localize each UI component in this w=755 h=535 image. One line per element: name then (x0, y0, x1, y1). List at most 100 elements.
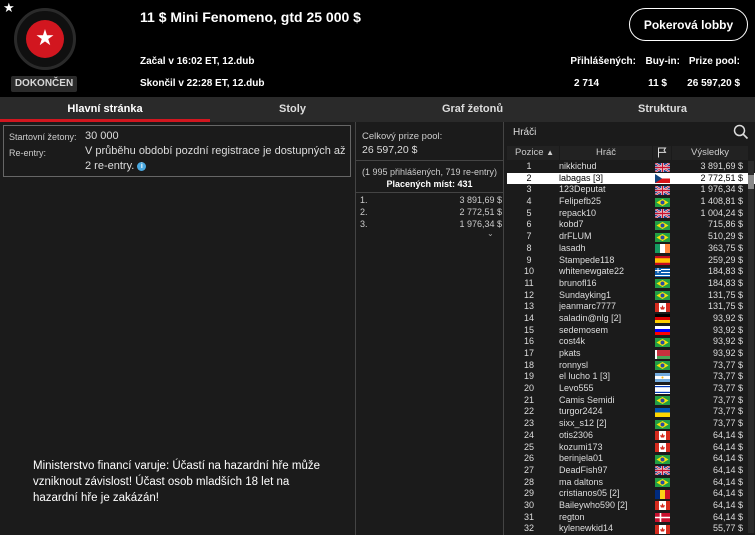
country-flag-icon (655, 174, 670, 184)
tab-tables[interactable]: Stoly (210, 97, 375, 122)
pokerstars-logo: ★ (14, 8, 76, 70)
players-scrollbar[interactable] (748, 161, 754, 533)
player-name: brunofl16 (559, 277, 597, 288)
table-row[interactable]: 14 saladin@nlg [2] 93,92 $ (507, 313, 755, 325)
country-flag-icon (655, 220, 670, 230)
player-position: 26 (523, 453, 534, 464)
table-row[interactable]: 10 whitenewgate22 184,83 $ (507, 266, 755, 278)
tab-structure[interactable]: Struktura (570, 97, 755, 122)
country-flag-icon (655, 466, 670, 476)
table-row[interactable]: 5 repack10 1 004,24 $ (507, 208, 755, 220)
player-prize: 93,92 $ (712, 324, 743, 335)
table-row[interactable]: 20 Levo555 73,77 $ (507, 383, 755, 395)
table-row[interactable]: 23 sixx_s12 [2] 73,77 $ (507, 418, 755, 430)
prizepool-label: Prize pool: (688, 56, 740, 67)
player-prize: 510,29 $ (707, 231, 743, 242)
scrollbar-thumb[interactable] (748, 175, 754, 189)
player-position: 24 (523, 429, 534, 440)
starting-chips-label: Startovní žetony: (9, 132, 77, 142)
column-position-header[interactable]: Pozice ▲ (507, 146, 559, 160)
player-prize: 3 891,69 $ (700, 161, 743, 171)
table-row[interactable]: 32 kylenewkid14 55,77 $ (507, 523, 755, 535)
table-row[interactable]: 13 jeanmarc7777 131,75 $ (507, 301, 755, 313)
starting-chips-value: 30 000 (85, 130, 119, 142)
country-flag-icon (655, 454, 670, 464)
player-name: saladin@nlg [2] (559, 312, 622, 323)
country-flag-icon (655, 361, 670, 371)
search-icon[interactable] (733, 124, 749, 140)
country-flag-icon (655, 314, 670, 324)
player-position: 8 (526, 242, 532, 253)
table-row[interactable]: 8 lasadh 363,75 $ (507, 243, 755, 255)
table-row[interactable]: 16 cost4k 93,92 $ (507, 336, 755, 348)
table-row[interactable]: 27 DeadFish97 64,14 $ (507, 465, 755, 477)
table-row[interactable]: 9 Stampede118 259,29 $ (507, 255, 755, 267)
table-row[interactable]: 22 turgor2424 73,77 $ (507, 406, 755, 418)
country-flag-icon (655, 256, 670, 265)
player-name: Camis Semidi (559, 394, 615, 405)
column-position-label: Pozice (515, 147, 544, 158)
table-row[interactable]: 28 ma daltons 64,14 $ (507, 477, 755, 489)
player-name: Stampede118 (559, 254, 615, 265)
player-position: 16 (523, 336, 534, 347)
country-flag-icon (655, 302, 670, 312)
tournament-header: ★ ★ DOKONČEN 11 $ Mini Fenomeno, gtd 25 … (0, 0, 755, 97)
reentry-text: V průběhu období pozdní registrace je do… (85, 144, 350, 174)
player-name: turgor2424 (559, 406, 603, 417)
spade-star-icon: ★ (35, 25, 55, 50)
player-position: 28 (523, 476, 534, 487)
table-row[interactable]: 7 drFLUM 510,29 $ (507, 231, 755, 243)
table-row[interactable]: 29 cristianos05 [2] 64,14 $ (507, 488, 755, 500)
player-prize: 131,75 $ (707, 289, 743, 300)
table-row[interactable]: 6 kobd7 715,86 $ (507, 219, 755, 231)
chevron-down-icon[interactable]: ⌄ (487, 229, 494, 238)
player-name: kozumi173 (559, 441, 603, 452)
info-icon[interactable]: i (137, 161, 147, 171)
country-flag-icon (655, 349, 670, 359)
table-row[interactable]: 2 labagas [3] 2 772,51 $ (507, 172, 755, 185)
player-prize: 64,14 $ (712, 499, 743, 510)
gambling-warning: Ministerstvo financí varuje: Účastí na h… (33, 460, 320, 504)
table-row[interactable]: 15 sedemosem 93,92 $ (507, 325, 755, 337)
table-row[interactable]: 12 Sundayking1 131,75 $ (507, 290, 755, 302)
tournament-info-box: Startovní žetony: 30 000 Re-entry: V prů… (3, 125, 351, 177)
column-flag-header[interactable] (653, 146, 671, 160)
table-row[interactable]: 25 kozumi173 64,14 $ (507, 442, 755, 454)
table-row[interactable]: 26 berinjela01 64,14 $ (507, 453, 755, 465)
table-row[interactable]: 3 123Deputat 1 976,34 $ (507, 184, 755, 196)
column-player-header[interactable]: Hráč (560, 146, 652, 160)
table-row[interactable]: 31 regton 64,14 $ (507, 512, 755, 524)
table-row[interactable]: 17 pkats 93,92 $ (507, 348, 755, 360)
player-name: Felipefb25 (559, 196, 602, 207)
table-row[interactable]: 30 Baileywho590 [2] 64,14 $ (507, 500, 755, 512)
country-flag-icon (655, 337, 670, 347)
player-prize: 715,86 $ (707, 219, 743, 230)
paid-places: Placených míst: 431 (386, 179, 473, 189)
column-results-header[interactable]: Výsledky (672, 146, 748, 160)
table-row[interactable]: 1 nikkichud 3 891,69 $ (507, 161, 755, 173)
player-prize: 73,77 $ (712, 383, 743, 394)
favorite-star-icon[interactable]: ★ (3, 1, 15, 14)
country-flag-icon (655, 524, 670, 534)
poker-lobby-button[interactable]: Pokerová lobby (629, 8, 748, 41)
table-row[interactable]: 19 el lucho 1 [3] 73,77 $ (507, 371, 755, 383)
player-prize: 363,75 $ (707, 242, 743, 253)
player-name: cost4k (559, 336, 586, 347)
prize-value: 1 976,34 $ (459, 219, 502, 229)
table-row[interactable]: 18 ronnysl 73,77 $ (507, 360, 755, 372)
player-position: 17 (523, 348, 534, 358)
tab-chip-graph[interactable]: Graf žetonů (375, 97, 570, 122)
tab-main[interactable]: Hlavní stránka (0, 97, 210, 122)
start-time: Začal v 16:02 ET, 12.dub (140, 56, 255, 67)
country-flag-icon (655, 326, 670, 336)
table-row[interactable]: 21 Camis Semidi 73,77 $ (507, 395, 755, 407)
table-row[interactable]: 4 Felipefb25 1 408,81 $ (507, 196, 755, 208)
player-position: 14 (523, 312, 534, 323)
table-row[interactable]: 24 otis2306 64,14 $ (507, 430, 755, 442)
buyin-value: 11 $ (648, 78, 667, 89)
player-prize: 1 004,24 $ (700, 207, 743, 218)
player-name: el lucho 1 [3] (559, 371, 611, 382)
player-position: 25 (523, 441, 534, 452)
player-position: 13 (523, 301, 534, 312)
table-row[interactable]: 11 brunofl16 184,83 $ (507, 278, 755, 290)
